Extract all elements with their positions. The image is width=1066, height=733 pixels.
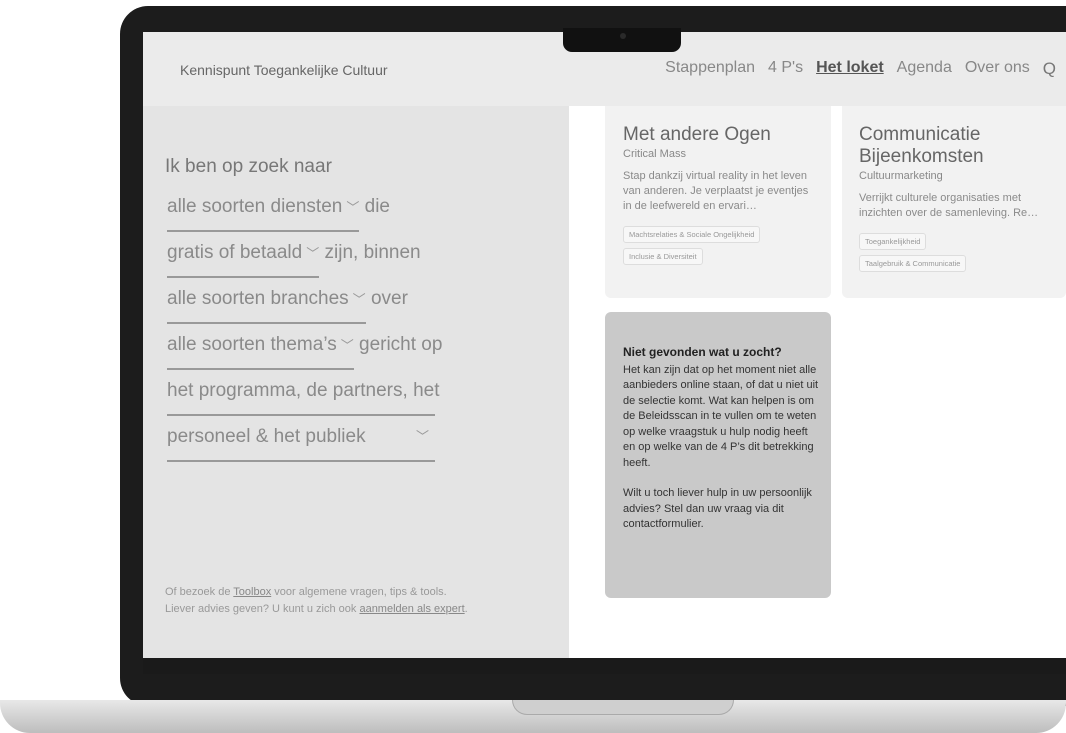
card-provider: Critical Mass bbox=[623, 148, 686, 160]
camera-icon bbox=[620, 33, 626, 39]
card-tags: Toegankelijkheid Taalgebruik & Communica… bbox=[859, 233, 1059, 272]
card-tag[interactable]: Toegankelijkheid bbox=[859, 233, 927, 250]
chevron-down-icon: ﹀ bbox=[346, 200, 360, 215]
nav-link-het-loket[interactable]: Het loket bbox=[816, 59, 884, 79]
nav-link-over-ons[interactable]: Over ons bbox=[965, 59, 1030, 79]
card-description: Stap dankzij virtual reality in het leve… bbox=[623, 170, 809, 212]
nav-links: Stappenplan 4 P's Het loket Agenda Over … bbox=[665, 59, 1056, 79]
laptop-opening-groove bbox=[512, 700, 734, 715]
browser-screen: Met andere Ogen Critical Mass Stap dankz… bbox=[143, 32, 1066, 658]
footer-text: Of bezoek de bbox=[165, 586, 234, 598]
dropdown-value: alle soorten branches bbox=[167, 288, 349, 309]
not-found-info-box: Niet gevonden wat u zocht? Het kan zijn … bbox=[605, 312, 831, 598]
info-paragraph: Het kan zijn dat op het moment niet alle… bbox=[623, 363, 819, 469]
nav-link-agenda[interactable]: Agenda bbox=[897, 59, 952, 79]
screen-bezel bbox=[143, 658, 1066, 674]
chevron-down-icon: ﹀ bbox=[306, 246, 320, 261]
footer-text: Liever advies geven? U kunt u zich ook bbox=[165, 603, 360, 615]
filter-line: personeel & het publiek ﹀ bbox=[167, 426, 435, 462]
search-icon[interactable]: Q bbox=[1043, 59, 1056, 79]
card-tag[interactable]: Taalgebruik & Communicatie bbox=[859, 255, 967, 272]
card-tag[interactable]: Machtsrelaties & Sociale Ongelijkheid bbox=[623, 226, 761, 243]
expert-signup-link[interactable]: aanmelden als expert bbox=[359, 603, 464, 615]
filter-line: gratis of betaald ﹀ zijn, binnen bbox=[167, 242, 421, 278]
dropdown-value: alle soorten thema’s bbox=[167, 334, 337, 355]
branch-dropdown[interactable]: alle soorten branches ﹀ bbox=[167, 288, 366, 324]
footer-text: . bbox=[464, 603, 468, 615]
card-tags: Machtsrelaties & Sociale Ongelijkheid In… bbox=[623, 226, 819, 265]
filter-line: alle soorten thema’s ﹀ gericht op bbox=[167, 334, 442, 370]
info-paragraph: Wilt u toch liever hulp in uw persoonlij… bbox=[623, 487, 812, 530]
dropdown-value: alle soorten diensten bbox=[167, 196, 343, 217]
filter-intro: Ik ben op zoek naar bbox=[165, 156, 332, 177]
dropdown-value: gratis of betaald bbox=[167, 242, 303, 263]
price-dropdown[interactable]: gratis of betaald ﹀ bbox=[167, 242, 320, 278]
filter-line: het programma, de partners, het bbox=[167, 380, 439, 416]
filter-connector: zijn, binnen bbox=[324, 242, 421, 263]
nav-link-4ps[interactable]: 4 P's bbox=[768, 59, 803, 79]
site-logo[interactable]: Kennispunt Toegankelijke Cultuur bbox=[180, 62, 388, 78]
camera-notch bbox=[563, 28, 681, 52]
dropdown-value: het programma, de partners, het bbox=[167, 380, 440, 401]
toolbox-link[interactable]: Toolbox bbox=[233, 586, 271, 598]
chevron-down-icon: ﹀ bbox=[415, 429, 429, 444]
filter-connector: gericht op bbox=[359, 334, 443, 355]
filter-footer: Of bezoek de Toolbox voor algemene vrage… bbox=[165, 584, 468, 618]
target-dropdown[interactable]: het programma, de partners, het bbox=[167, 380, 439, 416]
filter-line: alle soorten diensten ﹀ die bbox=[167, 196, 390, 232]
chevron-down-icon: ﹀ bbox=[340, 338, 354, 353]
card-title: Met andere Ogen bbox=[623, 124, 771, 145]
filter-panel: Ik ben op zoek naar alle soorten dienste… bbox=[143, 106, 569, 658]
filter-line: alle soorten branches ﹀ over bbox=[167, 288, 408, 324]
service-type-dropdown[interactable]: alle soorten diensten ﹀ bbox=[167, 196, 360, 232]
dropdown-value: personeel & het publiek bbox=[167, 426, 366, 447]
theme-dropdown[interactable]: alle soorten thema’s ﹀ bbox=[167, 334, 354, 370]
info-title: Niet gevonden wat u zocht? bbox=[623, 345, 782, 359]
target-dropdown-continued[interactable]: personeel & het publiek ﹀ bbox=[167, 426, 435, 462]
nav-link-stappenplan[interactable]: Stappenplan bbox=[665, 59, 755, 79]
chevron-down-icon: ﹀ bbox=[352, 292, 366, 307]
filter-connector: over bbox=[370, 288, 408, 309]
card-description: Verrijkt culturele organisaties met inzi… bbox=[859, 192, 1039, 219]
card-tag[interactable]: Inclusie & Diversiteit bbox=[623, 248, 703, 265]
card-title: Communicatie Bijeenkomsten bbox=[859, 124, 984, 167]
filter-connector: die bbox=[364, 196, 390, 217]
footer-text: voor algemene vragen, tips & tools. bbox=[271, 586, 447, 598]
card-provider: Cultuurmarketing bbox=[859, 170, 943, 182]
